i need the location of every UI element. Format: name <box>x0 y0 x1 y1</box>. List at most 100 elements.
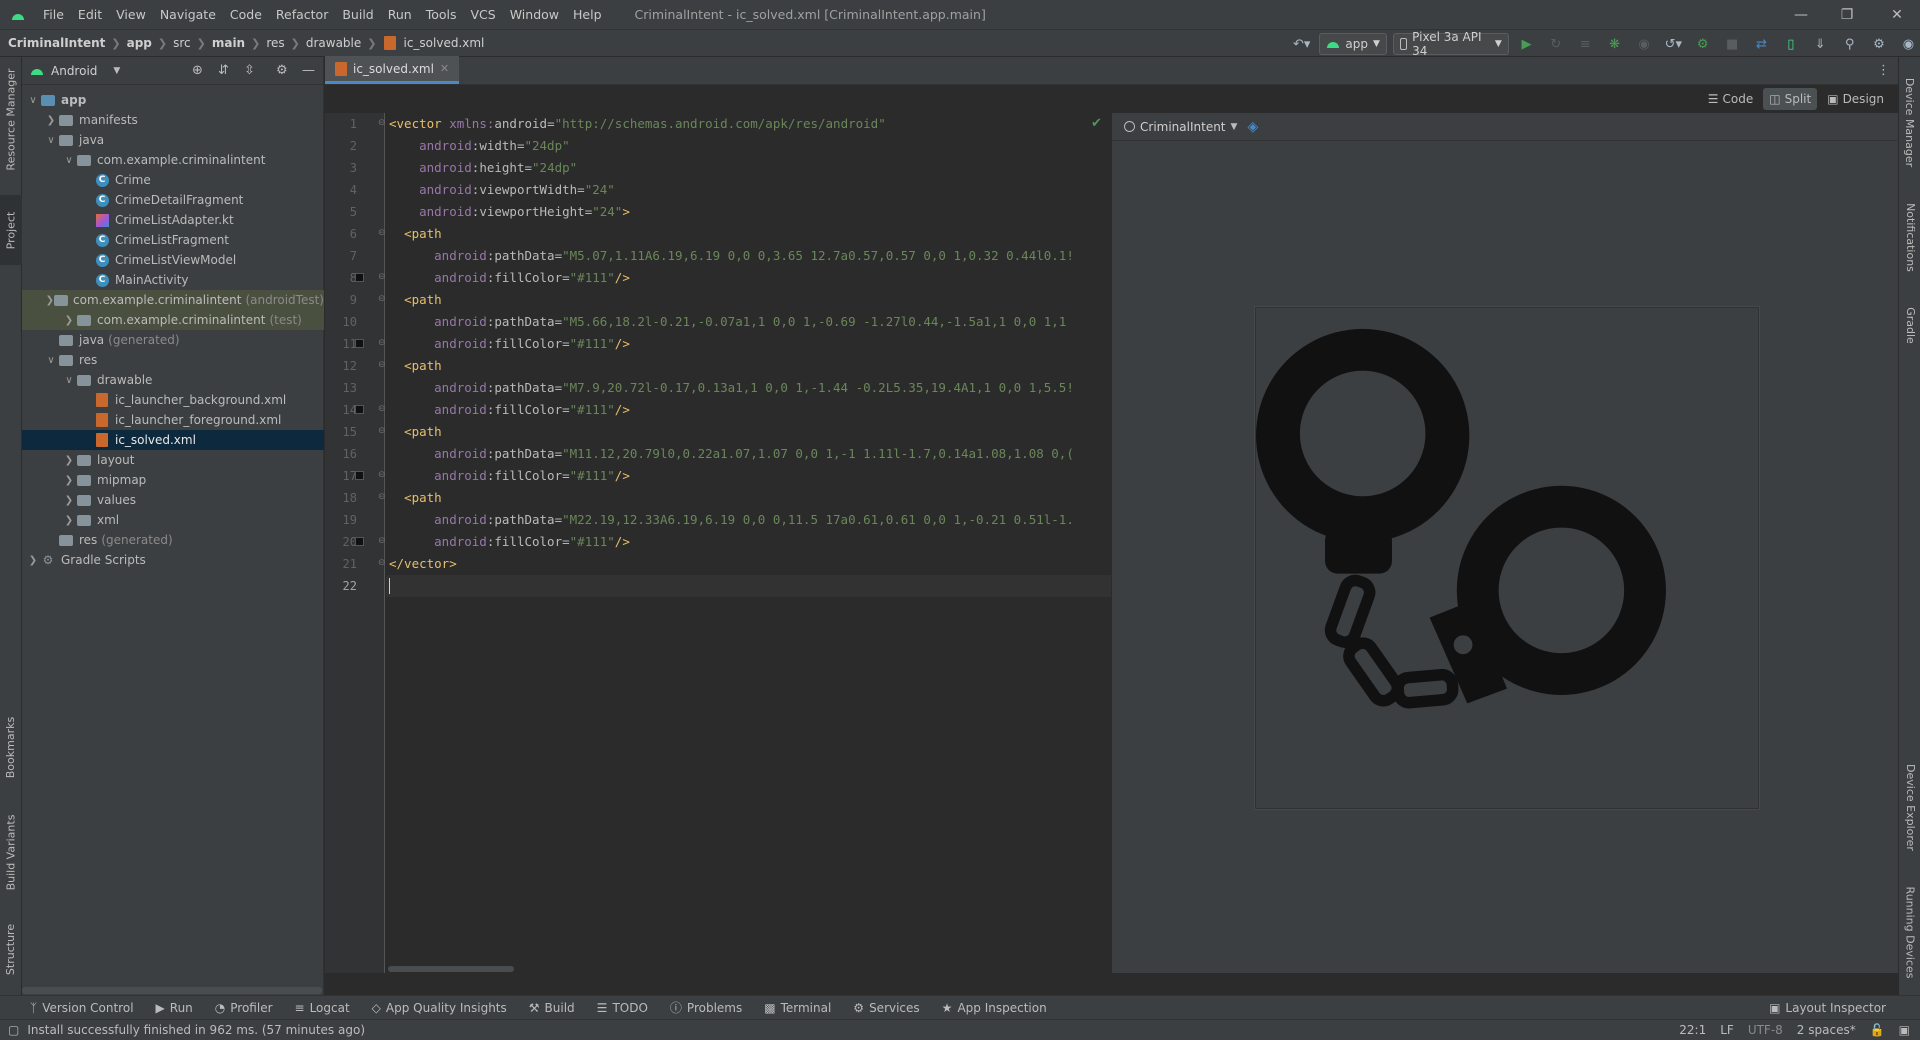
mode-design-button[interactable]: ▣ Design <box>1821 88 1890 110</box>
menu-run[interactable]: Run <box>381 7 419 22</box>
tool-problems[interactable]: ⓘ Problems <box>670 999 742 1016</box>
chevron-right-icon[interactable]: ❯ <box>62 475 76 486</box>
tree-item[interactable]: ❯ com.example.criminalintent (test) <box>22 310 324 330</box>
tree-item[interactable]: ❯ values <box>22 490 324 510</box>
tool-app-inspection[interactable]: ★ App Inspection <box>942 1001 1047 1015</box>
fold-icon[interactable]: ⊖ <box>378 470 386 480</box>
chevron-down-icon[interactable]: ∨ <box>26 95 40 106</box>
project-scrollbar[interactable] <box>22 987 322 994</box>
menu-refactor[interactable]: Refactor <box>269 7 335 22</box>
chevron-right-icon[interactable]: ❯ <box>62 315 76 326</box>
tool-todo[interactable]: ☰ TODO <box>597 1001 648 1015</box>
sync-gradle-icon[interactable]: ⇄ <box>1750 32 1773 56</box>
chevron-right-icon[interactable]: ❯ <box>44 115 58 126</box>
tab-bookmarks[interactable]: Bookmarks <box>0 707 22 787</box>
tab-gradle[interactable]: Gradle <box>1899 295 1920 355</box>
tab-resource-manager[interactable]: Resource Manager <box>0 57 22 182</box>
indent-setting[interactable]: 2 spaces* <box>1797 1023 1856 1037</box>
tool-build[interactable]: ⚒ Build <box>529 1001 575 1015</box>
chevron-down-icon[interactable]: ∨ <box>62 155 76 166</box>
device-dropdown[interactable]: Pixel 3a API 34 ▼ <box>1392 30 1509 58</box>
menu-file[interactable]: File <box>36 7 71 22</box>
tool-terminal[interactable]: ▩ Terminal <box>764 1001 831 1015</box>
minimize-button[interactable]: — <box>1778 0 1824 29</box>
menu-code[interactable]: Code <box>223 7 269 22</box>
menu-vcs[interactable]: VCS <box>464 7 503 22</box>
device-mirror-icon[interactable]: ▯ <box>1779 32 1802 56</box>
tab-structure[interactable]: Structure <box>0 912 22 987</box>
color-swatch-icon[interactable] <box>355 471 364 480</box>
restore-button[interactable]: ❐ <box>1824 0 1870 29</box>
mode-code-button[interactable]: ☰ Code <box>1702 88 1760 110</box>
tool-logcat[interactable]: ≡ Logcat <box>295 1001 350 1015</box>
tree-item[interactable]: ic_launcher_background.xml <box>22 390 324 410</box>
menu-navigate[interactable]: Navigate <box>153 7 223 22</box>
tree-item[interactable]: ❯ xml <box>22 510 324 530</box>
tool-layout-inspector[interactable]: ▣ Layout Inspector <box>1769 1001 1886 1015</box>
tool-app-quality-insights[interactable]: ◇ App Quality Insights <box>372 1001 507 1015</box>
run-icon[interactable]: ▶ <box>1515 32 1538 56</box>
close-window-button[interactable]: ✕ <box>1874 0 1920 29</box>
more-icon[interactable]: ⋮ <box>1877 63 1890 78</box>
fold-icon[interactable]: ⊖ <box>378 118 386 128</box>
color-swatch-icon[interactable] <box>355 339 364 348</box>
theme-selector[interactable]: CriminalIntent ▼ <box>1124 120 1237 134</box>
search-icon[interactable]: ⚲ <box>1838 32 1861 56</box>
expand-all-icon[interactable]: ⇵ <box>218 63 229 78</box>
tree-item[interactable]: CrimeListAdapter.kt <box>22 210 324 230</box>
chevron-down-icon[interactable]: ∨ <box>62 375 76 386</box>
fold-icon[interactable]: ⊖ <box>378 492 386 502</box>
tree-item[interactable]: ❯ com.example.criminalintent (androidTest) <box>22 290 324 310</box>
tree-item[interactable]: ∨ java <box>22 130 324 150</box>
tree-item[interactable]: ∨ res <box>22 350 324 370</box>
gear-icon[interactable]: ⚙ <box>276 63 288 78</box>
code-editor[interactable]: 1 ⊖ 2 3 4 5 6 ⊖ 7 8 ⊖ 9 ⊖ 10 11 ⊖ 12 ⊖ 13 14 ⊖ 15 ⊖ 16 17 ⊖ 18 ⊖ 19 2… <box>325 113 1111 973</box>
attach-debugger-icon[interactable]: ↺▾ <box>1662 32 1685 56</box>
hide-icon[interactable]: — <box>302 63 315 78</box>
tree-item[interactable]: res (generated) <box>22 530 324 550</box>
stop-icon[interactable]: ■ <box>1720 32 1743 56</box>
tree-item[interactable]: C MainActivity <box>22 270 324 290</box>
menu-window[interactable]: Window <box>503 7 566 22</box>
tree-item[interactable]: C CrimeListViewModel <box>22 250 324 270</box>
tab-build-variants[interactable]: Build Variants <box>0 802 22 902</box>
chevron-right-icon[interactable]: ❯ <box>62 455 76 466</box>
layers-icon[interactable]: ◈ <box>1247 119 1258 135</box>
color-swatch-icon[interactable] <box>355 537 364 546</box>
chevron-down-icon[interactable]: ▼ <box>113 66 120 76</box>
tool-services[interactable]: ⚙ Services <box>853 1001 919 1015</box>
debug-icon[interactable]: ❋ <box>1603 32 1626 56</box>
hammer-back-icon[interactable]: ↶▾ <box>1290 32 1313 56</box>
tool-version-control[interactable]: ᛉ Version Control <box>30 1001 134 1015</box>
menu-build[interactable]: Build <box>335 7 380 22</box>
stop-debug-icon[interactable]: ⚙ <box>1691 32 1714 56</box>
tab-notifications[interactable]: Notifications <box>1899 192 1920 282</box>
tree-item[interactable]: ∨ app <box>22 90 324 110</box>
tab-device-explorer[interactable]: Device Explorer <box>1899 757 1920 857</box>
tab-running-devices[interactable]: Running Devices <box>1899 877 1920 987</box>
editor-horizontal-scrollbar[interactable] <box>388 966 514 972</box>
chevron-right-icon[interactable]: ❯ <box>46 295 54 306</box>
fold-icon[interactable]: ⊖ <box>378 426 386 436</box>
project-view-selector[interactable]: Android <box>51 64 97 78</box>
fold-icon[interactable]: ⊖ <box>378 360 386 370</box>
fold-icon[interactable]: ⊖ <box>378 338 386 348</box>
mode-split-button[interactable]: ◫ Split <box>1763 88 1818 110</box>
fold-icon[interactable]: ⊖ <box>378 228 386 238</box>
fold-icon[interactable]: ⊖ <box>378 404 386 414</box>
status-toggle-icon[interactable]: ▢ <box>8 1023 19 1037</box>
menu-view[interactable]: View <box>109 7 153 22</box>
profile-icon[interactable]: ◉ <box>1632 32 1655 56</box>
tool-run[interactable]: ▶ Run <box>156 1001 193 1015</box>
chevron-down-icon[interactable]: ∨ <box>44 135 58 146</box>
fold-icon[interactable]: ⊖ <box>378 536 386 546</box>
chevron-right-icon[interactable]: ❯ <box>26 555 40 566</box>
tree-item[interactable]: ❯ ⚙ Gradle Scripts <box>22 550 324 570</box>
tree-item[interactable]: ic_launcher_foreground.xml <box>22 410 324 430</box>
menu-tools[interactable]: Tools <box>419 7 464 22</box>
color-swatch-icon[interactable] <box>355 273 364 282</box>
caret-position[interactable]: 22:1 <box>1679 1023 1706 1037</box>
tree-item[interactable]: ❯ manifests <box>22 110 324 130</box>
tab-ic-solved[interactable]: ic_solved.xml ✕ <box>325 56 460 84</box>
breadcrumb-app[interactable]: app <box>127 36 152 50</box>
